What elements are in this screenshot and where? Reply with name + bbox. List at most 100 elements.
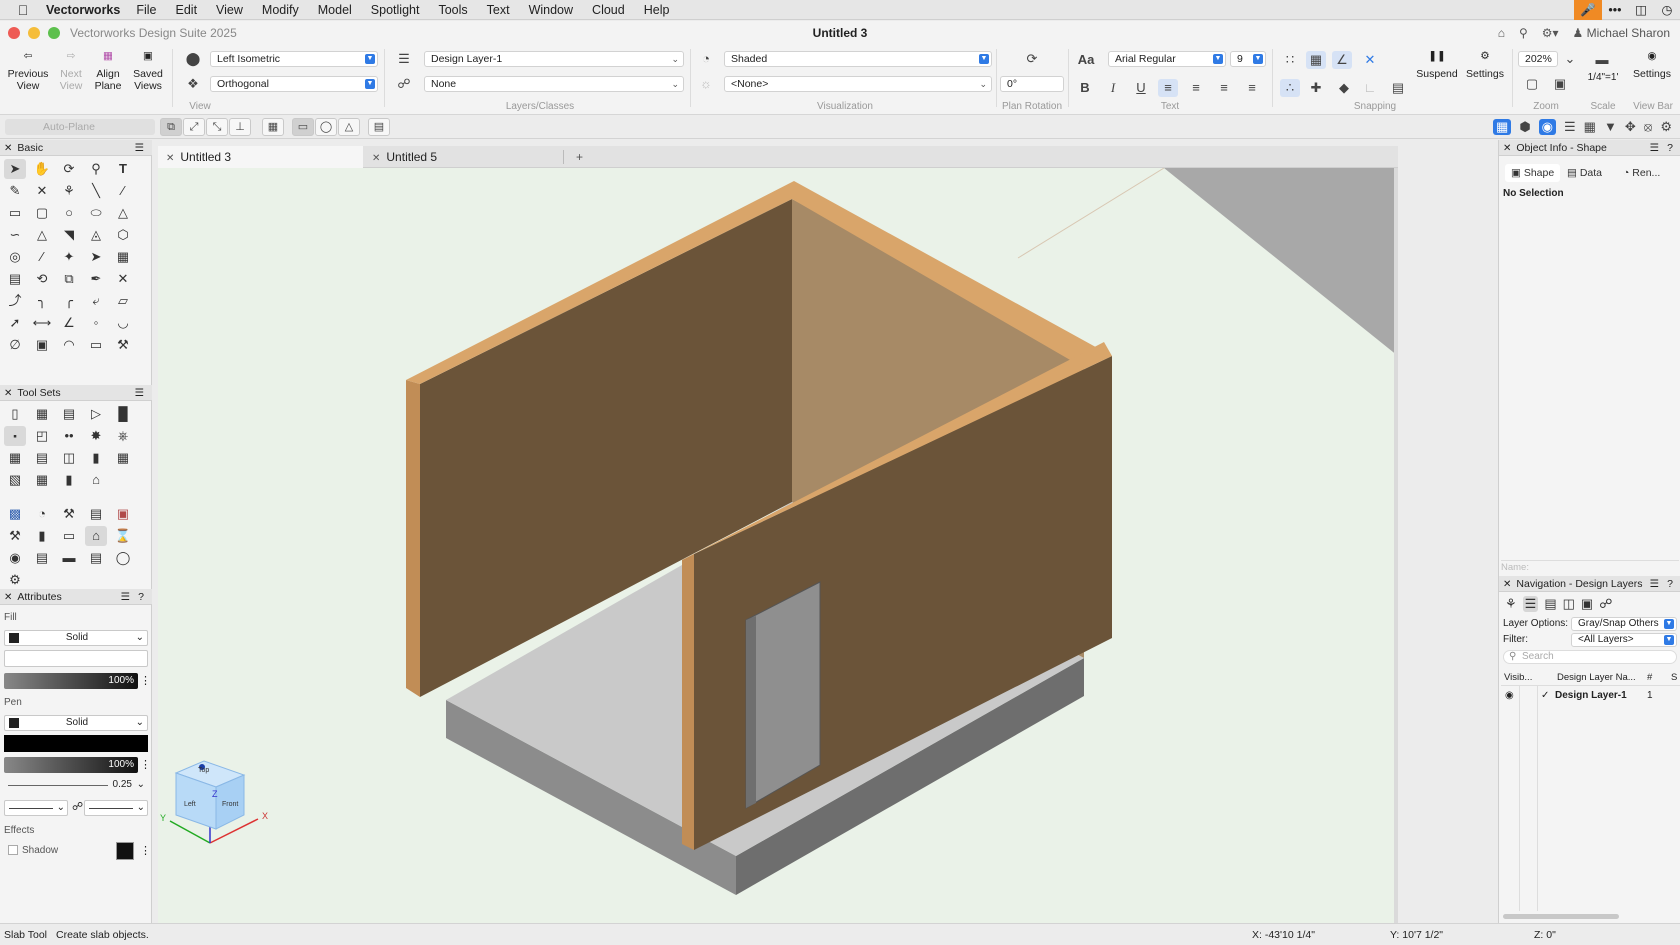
viewports-nav-icon[interactable]: ◫ [1563,596,1575,612]
arc-length-tool-icon[interactable]: ◡ [112,313,134,333]
split-tool-icon[interactable]: ✒ [85,269,107,289]
menu-text[interactable]: Text [487,3,510,17]
zoom-selection-icon[interactable]: ▣ [1550,75,1570,93]
close-icon[interactable]: ✕ [166,153,174,164]
snap-distance-icon[interactable]: ∴ [1280,79,1300,97]
next-view-button[interactable]: ⇨ Next View [54,50,88,92]
terrain-icon[interactable]: ◰ [31,426,53,446]
search-icon[interactable]: ⚲ [1519,26,1528,40]
projection-select[interactable]: Orthogonal ▼ [210,76,378,92]
mode-resize-icon[interactable]: ⤢ [183,118,205,136]
horizontal-scrollbar[interactable] [1503,914,1619,919]
filter-select[interactable]: <All Layers> ▼ [1571,633,1677,647]
landmark-icon[interactable]: █ [112,404,134,424]
mode-rotate-icon[interactable]: ⊥ [229,118,251,136]
saved-views-nav-icon[interactable]: ▣ [1581,596,1593,612]
user-account[interactable]: ♟ Michael Sharon [1573,26,1670,40]
repeat-tool-icon[interactable]: ⚒ [112,335,134,355]
move-by-points-tool-icon[interactable]: ➚ [4,313,26,333]
zoom-window-button[interactable] [48,27,60,39]
visualization-select[interactable]: <None> ⌄ [724,76,992,92]
mode-lasso-icon[interactable]: ◯ [315,118,337,136]
object-name-field[interactable]: Name: [1501,560,1679,574]
align-left-icon[interactable]: ≡ [1158,79,1178,97]
monitor-tool-icon[interactable]: ▩ [4,504,26,524]
chevron-down-icon[interactable]: ⌄ [1560,50,1580,68]
attribute-mapping-tool-icon[interactable]: ▦ [112,247,134,267]
render-mode-select[interactable]: Shaded ▼ [724,51,992,67]
magic-wand-tool-icon[interactable]: ✦ [58,247,80,267]
regular-polygon-tool-icon[interactable]: ⬡ [112,225,134,245]
spiral-tool-icon[interactable]: ◎ [4,247,26,267]
column-layer-name[interactable]: Design Layer Na... [1557,670,1636,686]
site-icon[interactable]: •• [58,426,80,446]
diameter-tool-icon[interactable]: ∅ [4,335,26,355]
align-plane-button[interactable]: ▦ Align Plane [90,50,126,92]
rounded-rectangle-tool-icon[interactable]: ▢ [31,203,53,223]
references-nav-icon[interactable]: ☍ [1599,596,1612,612]
layer-select[interactable]: Design Layer-1 ⌄ [424,51,684,67]
menu-icon[interactable]: ☰ [121,589,130,605]
font-select[interactable]: Arial Regular ▼ [1108,51,1226,67]
menu-icon[interactable]: ☰ [135,385,144,401]
class-select[interactable]: None ⌄ [424,76,684,92]
3d-view-icon[interactable]: ⬢ [1519,119,1530,135]
eyedropper-tool-icon[interactable]: ⁄ [31,247,53,267]
doors-icon[interactable]: ◫ [58,448,80,468]
dimension-tool-icon[interactable]: ⟷ [31,313,53,333]
scale-value[interactable]: 1/4"=1' [1580,72,1626,84]
detailing-icon[interactable]: ▦ [31,404,53,424]
protractor-tool-icon[interactable]: ◠ [58,335,80,355]
clip-tool-icon[interactable]: ▱ [112,291,134,311]
double-polygon-tool-icon[interactable]: ◬ [85,225,107,245]
menu-window[interactable]: Window [529,3,573,17]
building-shell-icon[interactable]: ▯ [4,404,26,424]
slab-tool-icon[interactable]: ⬝ [4,426,26,446]
menu-view[interactable]: View [216,3,243,17]
more-icon[interactable]: ••• [1602,3,1628,17]
zoom-tool-icon[interactable]: ⚲ [85,159,107,179]
snap-intersection-icon[interactable]: ✕ [1360,51,1380,69]
image-tool-icon[interactable]: ▣ [112,504,134,524]
plan-rotation-field[interactable]: 0° [1000,76,1064,92]
snap-settings-button[interactable]: ⚙ Settings [1462,50,1508,80]
beam-tool-icon[interactable]: ▭ [58,526,80,546]
reshape-tool-icon[interactable]: ▤ [4,269,26,289]
close-icon[interactable]: ✕ [4,143,12,154]
start-marker-select[interactable]: ⌄ [4,800,68,816]
line-tool-icon[interactable]: ╲ [85,181,107,201]
mode-snap-icon[interactable]: ⧉ [160,118,182,136]
close-icon[interactable]: ✕ [1503,143,1511,154]
column-number[interactable]: # [1647,670,1652,686]
planting-icon[interactable]: ✸ [85,426,107,446]
scale-icon[interactable]: ▬ [1592,51,1612,69]
layer-row[interactable]: ◉ ✓ Design Layer-1 1 [1501,688,1680,704]
new-tab-button[interactable]: + [568,146,592,168]
font-size-select[interactable]: 9 ▼ [1230,51,1266,67]
view-cube[interactable]: Top Left Front X Y Z [158,753,278,853]
line-weight-select[interactable]: 0.25 ⌄ [4,778,148,794]
end-marker-select[interactable]: ⌄ [84,800,148,816]
plan-rotation-icon[interactable]: ⟳ [1022,50,1042,68]
hvac-icon[interactable]: ▦ [112,448,134,468]
visibility-tool-icon[interactable]: ➤ [85,247,107,267]
freehand-tool-icon[interactable]: ∽ [4,225,26,245]
menu-modify[interactable]: Modify [262,3,299,17]
double-line-tool-icon[interactable]: ∕ [112,181,134,201]
more-vertical-icon[interactable]: ⋮ [140,844,151,857]
pipe-tool-icon[interactable]: ◯ [112,548,134,568]
mode-polygon-icon[interactable]: △ [338,118,360,136]
hourglass-tool-icon[interactable]: ⌛ [112,526,134,546]
callout-tool-icon[interactable]: ✎ [4,181,26,201]
menu-help[interactable]: Help [644,3,670,17]
grid-view-icon[interactable]: ▦ [1584,119,1596,135]
align-center-icon[interactable]: ≡ [1186,79,1206,97]
align-right-icon[interactable]: ≡ [1214,79,1234,97]
tab-render[interactable]: ◔ Ren... [1617,164,1666,182]
view-select[interactable]: Left Isometric ▼ [210,51,378,67]
minimize-window-button[interactable] [28,27,40,39]
cabinet-tool-icon[interactable]: ▤ [31,548,53,568]
menu-spotlight[interactable]: Spotlight [371,3,420,17]
clock-icon[interactable]: ◷ [1654,2,1680,17]
kitchen-icon[interactable]: ▦ [31,470,53,490]
